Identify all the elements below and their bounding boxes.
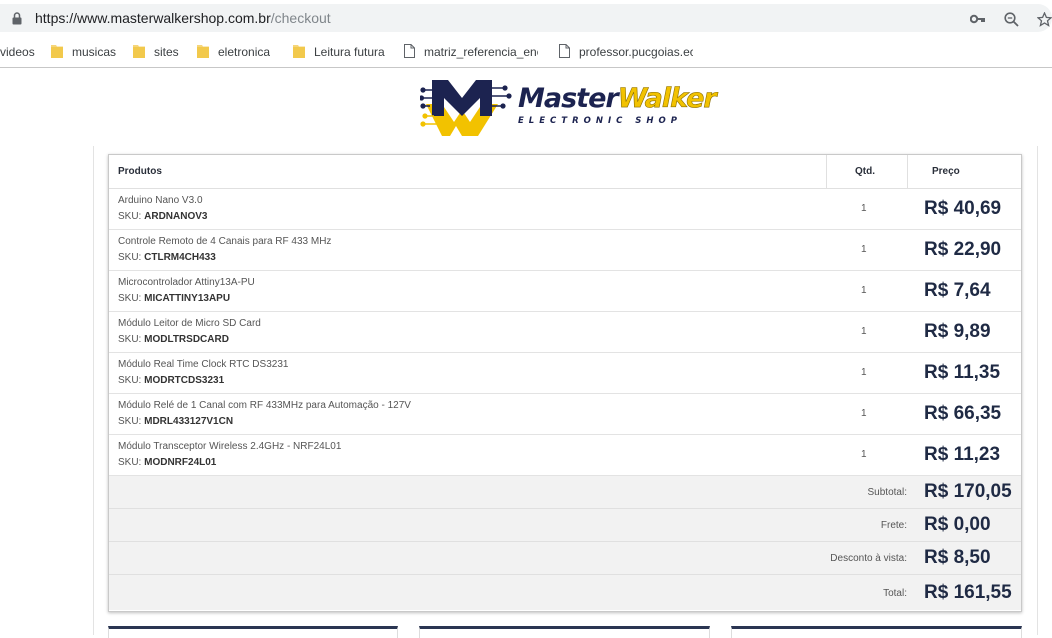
table-row: Módulo Leitor de Micro SD Card SKU: MODL… — [109, 312, 1021, 353]
url-host: https://www.masterwalkershop.com.br — [35, 10, 271, 26]
product-price: R$ 9,89 — [924, 321, 991, 342]
folder-icon — [293, 44, 305, 61]
product-name: Microcontrolador Attiny13A-PU — [118, 277, 255, 288]
info-card — [731, 626, 1022, 638]
page-icon — [404, 43, 415, 61]
product-sku: SKU: MODNRF24L01 — [118, 457, 217, 468]
total-value: R$ 161,55 — [924, 582, 1012, 603]
logo-text-master: Master — [518, 83, 619, 114]
table-row: Módulo Transceptor Wireless 2.4GHz - NRF… — [109, 435, 1021, 476]
bookmark-sites[interactable]: sites — [133, 43, 179, 61]
header-price: Preço — [932, 166, 960, 177]
table-row: Módulo Real Time Clock RTC DS3231 SKU: M… — [109, 353, 1021, 394]
shipping-row: Frete: R$ 0,00 — [109, 509, 1021, 542]
logo-text-walker: Walker — [617, 83, 717, 114]
product-qty: 1 — [861, 326, 867, 337]
subtotal-value: R$ 170,05 — [924, 481, 1012, 502]
product-price: R$ 11,35 — [924, 362, 1001, 383]
logo-tagline: ELECTRONIC SHOP — [518, 116, 683, 126]
cart-header: Produtos Qtd. Preço — [109, 155, 1021, 189]
product-qty: 1 — [861, 449, 867, 460]
info-card — [419, 626, 710, 638]
page-icon — [559, 43, 570, 61]
header-qty: Qtd. — [855, 166, 875, 177]
masterwalker-logo[interactable]: MasterWalker ELECTRONIC SHOP — [418, 76, 717, 140]
discount-row: Desconto à vista: R$ 8,50 — [109, 542, 1021, 575]
table-row: Microcontrolador Attiny13A-PU SKU: MICAT… — [109, 271, 1021, 312]
product-sku: SKU: MDRL433127V1CN — [118, 416, 234, 427]
product-qty: 1 — [861, 285, 867, 296]
product-qty: 1 — [861, 203, 867, 214]
browser-address-bar: https://www.masterwalkershop.com.br/chec… — [0, 0, 1052, 36]
product-price: R$ 40,69 — [924, 198, 1002, 219]
bookmark-label: musicas — [72, 45, 117, 59]
total-row: Total: R$ 161,55 — [109, 575, 1021, 610]
product-name: Controle Remoto de 4 Canais para RF 433 … — [118, 236, 332, 247]
star-icon[interactable] — [1036, 11, 1052, 32]
product-price: R$ 7,64 — [924, 280, 991, 301]
bookmark-videos[interactable]: videos — [0, 43, 35, 61]
product-name: Módulo Transceptor Wireless 2.4GHz - NRF… — [118, 441, 342, 452]
bookmark-eletronica[interactable]: eletronica — [197, 43, 270, 61]
bookmark-matriz-referencia[interactable]: matriz_referencia_ene — [404, 43, 538, 61]
product-sku: SKU: MICATTINY13APU — [118, 293, 231, 304]
url-path: /checkout — [270, 10, 331, 26]
folder-icon — [51, 44, 63, 61]
bookmark-label: videos — [0, 45, 35, 59]
discount-label: Desconto à vista: — [830, 553, 907, 564]
lock-icon[interactable] — [12, 12, 22, 30]
column-divider — [826, 155, 827, 188]
table-row: Controle Remoto de 4 Canais para RF 433 … — [109, 230, 1021, 271]
bookmark-musicas[interactable]: musicas — [51, 43, 116, 61]
table-row: Arduino Nano V3.0 SKU: ARDNANOV3 1 R$ 40… — [109, 189, 1021, 230]
shipping-label: Frete: — [880, 520, 907, 531]
product-qty: 1 — [861, 367, 867, 378]
product-name: Arduino Nano V3.0 — [118, 195, 203, 206]
product-name: Módulo Leitor de Micro SD Card — [118, 318, 261, 329]
cart-table: Produtos Qtd. Preço Arduino Nano V3.0 SK… — [108, 154, 1022, 612]
url-text[interactable]: https://www.masterwalkershop.com.br/chec… — [35, 10, 331, 26]
product-name: Módulo Relé de 1 Canal com RF 433MHz par… — [118, 400, 411, 411]
subtotal-label: Subtotal: — [867, 487, 907, 498]
product-sku: SKU: MODLTRSDCARD — [118, 334, 229, 345]
column-divider — [907, 155, 908, 188]
omnibox[interactable]: https://www.masterwalkershop.com.br/chec… — [0, 4, 1052, 32]
product-name: Módulo Real Time Clock RTC DS3231 — [118, 359, 289, 370]
bookmark-label: matriz_referencia_ene — [424, 45, 538, 59]
product-price: R$ 22,90 — [924, 239, 1002, 260]
bookmark-professor-pucgoias[interactable]: professor.pucgoias.ec — [559, 43, 693, 61]
zoom-icon[interactable] — [1004, 12, 1019, 32]
discount-value: R$ 8,50 — [924, 547, 991, 568]
info-card — [108, 626, 398, 638]
product-price: R$ 66,35 — [924, 403, 1002, 424]
product-sku: SKU: CTLRM4CH433 — [118, 252, 216, 263]
key-icon[interactable] — [969, 12, 986, 30]
folder-icon — [197, 44, 209, 61]
product-sku: SKU: ARDNANOV3 — [118, 211, 208, 222]
folder-icon — [133, 44, 145, 61]
product-sku: SKU: MODRTCDS3231 — [118, 375, 225, 386]
product-qty: 1 — [861, 408, 867, 419]
total-label: Total: — [883, 588, 907, 599]
bookmark-label: eletronica — [218, 45, 271, 59]
table-row: Módulo Relé de 1 Canal com RF 433MHz par… — [109, 394, 1021, 435]
subtotal-row: Subtotal: R$ 170,05 — [109, 476, 1021, 509]
bookmark-label: professor.pucgoias.ec — [579, 45, 693, 59]
header-products: Produtos — [118, 166, 162, 177]
bookmark-label: Leitura futura — [314, 45, 385, 59]
bookmarks-bar: videos musicas sites eletronica Leitura … — [0, 36, 1052, 68]
bookmark-leitura-futura[interactable]: Leitura futura — [293, 43, 385, 61]
bookmark-label: sites — [154, 45, 179, 59]
shipping-value: R$ 0,00 — [924, 514, 991, 535]
product-price: R$ 11,23 — [924, 444, 1001, 465]
product-qty: 1 — [861, 244, 867, 255]
